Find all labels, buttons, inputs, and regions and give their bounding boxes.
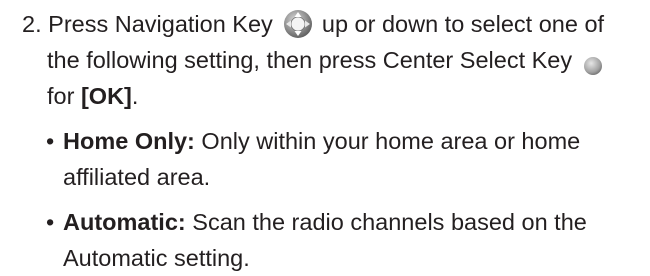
instruction-step: 2. Press Navigation Key up or down to se… <box>22 6 642 114</box>
option-title: Home Only: <box>63 128 195 154</box>
step-text-3-end: . <box>131 83 139 109</box>
option-description-cont: affiliated area. <box>63 164 211 190</box>
option-automatic: • Automatic: Scan the radio channels base… <box>46 204 636 276</box>
bullet-dot: • <box>46 128 55 154</box>
option-description: Only within your home area or home <box>201 128 581 154</box>
options-list: • Home Only: Only within your home area o… <box>46 123 636 276</box>
option-home-only-line1: • Home Only: Only within your home area o… <box>46 123 636 159</box>
option-description-cont: Automatic setting. <box>63 245 250 271</box>
step-text-2: the following setting, then press Center… <box>47 47 573 73</box>
ok-label: [OK] <box>80 83 132 109</box>
step-line-2: the following setting, then press Center… <box>22 42 642 78</box>
option-description: Scan the radio channels based on the <box>192 209 587 235</box>
bullet-dot: • <box>46 209 55 235</box>
center-select-key-icon <box>583 50 603 76</box>
option-title: Automatic: <box>63 209 186 235</box>
step-text-1b: up or down to select one of <box>321 11 605 37</box>
step-number: 2. <box>22 11 42 37</box>
step-text-3a: for <box>47 83 75 109</box>
navigation-key-icon <box>283 9 313 39</box>
step-line-3: for [OK]. <box>22 78 642 114</box>
option-home-only: • Home Only: Only within your home area o… <box>46 123 636 195</box>
option-automatic-line1: • Automatic: Scan the radio channels base… <box>46 204 636 240</box>
step-line-1: 2. Press Navigation Key up or down to se… <box>22 6 642 42</box>
step-text-1a: Press Navigation Key <box>48 11 273 37</box>
